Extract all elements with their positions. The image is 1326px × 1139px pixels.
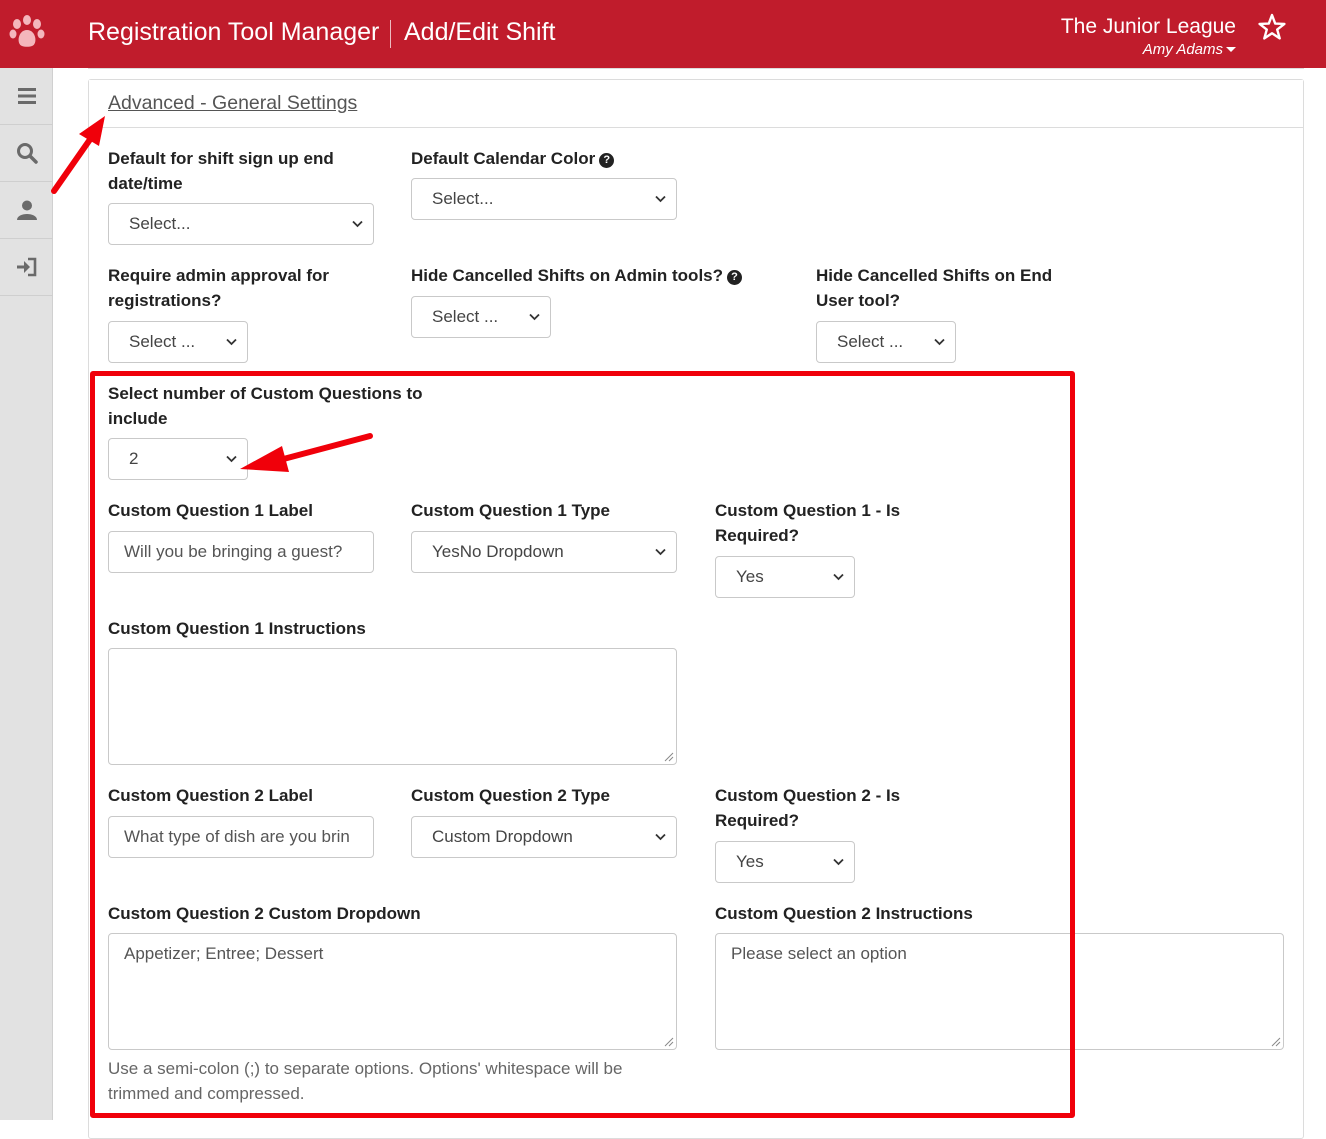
hide-cancelled-end-user-value: Select ... [837, 332, 904, 351]
search-icon [16, 143, 38, 164]
cq1-required-select[interactable]: Yes [715, 556, 855, 598]
cq2-label-label: Custom Question 2 Label [108, 786, 313, 805]
calendar-color-label-row: Default Calendar Color? [411, 146, 711, 171]
chevron-down-icon [655, 195, 666, 203]
hide-cancelled-admin-value: Select ... [432, 307, 499, 326]
cq2-instructions-textarea[interactable]: Please select an option [715, 933, 1284, 1050]
hide-cancelled-admin-label-row: Hide Cancelled Shifts on Admin tools?? [411, 263, 791, 288]
chevron-down-icon [655, 548, 666, 556]
app-title[interactable]: Registration Tool Manager [88, 18, 379, 47]
num-custom-questions-label: Select number of Custom Questions to inc… [108, 384, 423, 428]
star-icon[interactable] [1258, 13, 1286, 41]
page-title: Add/Edit Shift [404, 18, 556, 46]
cq1-label-label: Custom Question 1 Label [108, 501, 313, 520]
caret-down-icon [1226, 46, 1236, 52]
sign-out-icon [16, 257, 36, 277]
menu-icon [17, 88, 36, 104]
resize-grip-icon[interactable] [664, 752, 674, 762]
sidebar-item-sign-out[interactable] [0, 239, 53, 296]
chevron-down-icon [226, 455, 237, 463]
chevron-down-icon [655, 833, 666, 841]
cq2-required-select[interactable]: Yes [715, 841, 855, 883]
sidebar-item-search[interactable] [0, 125, 53, 182]
cq2-dropdown-value: Appetizer; Entree; Dessert [124, 944, 324, 963]
calendar-color-value: Select... [432, 189, 494, 208]
sidebar-item-menu[interactable] [0, 68, 53, 125]
admin-approval-value: Select ... [129, 332, 196, 351]
cq1-type-select[interactable]: YesNo Dropdown [411, 531, 677, 573]
resize-grip-icon[interactable] [1271, 1037, 1281, 1047]
hide-cancelled-end-user-select[interactable]: Select ... [816, 321, 956, 363]
panel-heading: Advanced - General Settings [89, 80, 1303, 128]
previous-panel-edge [88, 68, 1304, 69]
cq2-label-input[interactable]: What type of dish are you brin [108, 816, 374, 858]
cq1-required-label: Custom Question 1 - Is Required? [715, 501, 901, 545]
num-custom-questions-select[interactable]: 2 [108, 438, 248, 480]
top-bar: Registration Tool Manager Add/Edit Shift… [0, 0, 1326, 68]
signup-end-select[interactable]: Select... [108, 203, 374, 245]
num-custom-questions-value: 2 [129, 449, 139, 468]
title-separator [390, 20, 391, 48]
paw-logo-icon[interactable] [8, 12, 46, 52]
signup-end-label: Default for shift sign up end date/time [108, 149, 334, 193]
user-menu[interactable]: Amy Adams [1143, 41, 1236, 58]
cq1-type-value: YesNo Dropdown [432, 542, 564, 561]
hide-cancelled-admin-label: Hide Cancelled Shifts on Admin tools? [411, 266, 724, 285]
calendar-color-label: Default Calendar Color [411, 149, 596, 168]
cq1-type-label: Custom Question 1 Type [411, 501, 610, 520]
chevron-down-icon [529, 313, 540, 321]
cq2-required-label: Custom Question 2 - Is Required? [715, 786, 901, 830]
cq2-type-value: Custom Dropdown [432, 827, 573, 846]
advanced-settings-toggle-link[interactable]: Advanced - General Settings [108, 92, 357, 115]
cq1-required-value: Yes [736, 567, 764, 586]
calendar-color-select[interactable]: Select... [411, 178, 677, 220]
cq1-label-input[interactable]: Will you be bringing a guest? [108, 531, 374, 573]
cq2-required-value: Yes [736, 852, 764, 871]
chevron-down-icon [833, 573, 844, 581]
cq1-instructions-label: Custom Question 1 Instructions [108, 619, 366, 638]
cq2-dropdown-label: Custom Question 2 Custom Dropdown [108, 904, 421, 923]
chevron-down-icon [226, 338, 237, 346]
resize-grip-icon[interactable] [664, 1037, 674, 1047]
user-icon [16, 200, 37, 220]
signup-end-value: Select... [129, 214, 191, 233]
admin-approval-label: Require admin approval for registrations… [108, 266, 330, 310]
question-circle-icon[interactable]: ? [727, 270, 743, 285]
hide-cancelled-end-user-label: Hide Cancelled Shifts on End User tool? [816, 266, 1053, 310]
cq2-dropdown-textarea[interactable]: Appetizer; Entree; Dessert [108, 933, 677, 1050]
user-name: Amy Adams [1142, 41, 1223, 58]
organization-name: The Junior League [1060, 15, 1236, 38]
cq2-type-label: Custom Question 2 Type [411, 786, 610, 805]
question-circle-icon[interactable]: ? [599, 153, 615, 168]
sidebar-item-user[interactable] [0, 182, 53, 239]
chevron-down-icon [352, 220, 363, 228]
cq1-instructions-textarea[interactable] [108, 648, 677, 765]
cq2-type-select[interactable]: Custom Dropdown [411, 816, 677, 858]
cq2-instructions-label: Custom Question 2 Instructions [715, 904, 973, 923]
admin-approval-select[interactable]: Select ... [108, 321, 248, 363]
chevron-down-icon [934, 338, 945, 346]
cq2-instructions-value: Please select an option [731, 944, 907, 963]
sidebar [0, 68, 53, 1120]
hide-cancelled-admin-select[interactable]: Select ... [411, 296, 551, 338]
chevron-down-icon [833, 858, 844, 866]
cq2-dropdown-help-text: Use a semi-colon (;) to separate options… [108, 1059, 623, 1103]
